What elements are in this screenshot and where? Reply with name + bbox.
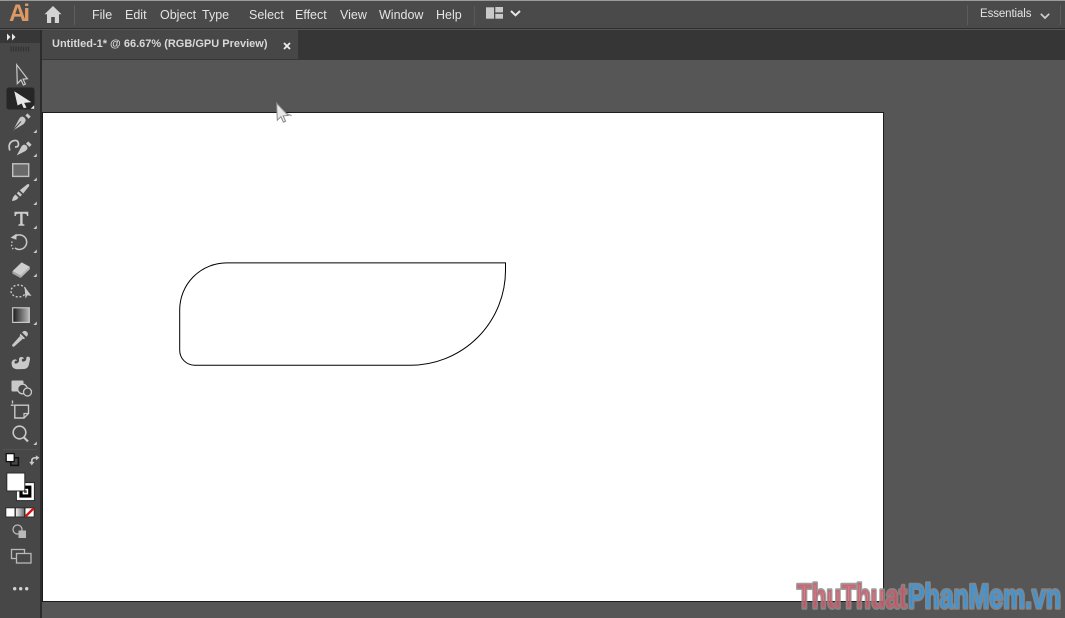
svg-text:ThuThuat: ThuThuat [797, 578, 907, 616]
svg-text:PhanMem.vn: PhanMem.vn [908, 578, 1061, 616]
